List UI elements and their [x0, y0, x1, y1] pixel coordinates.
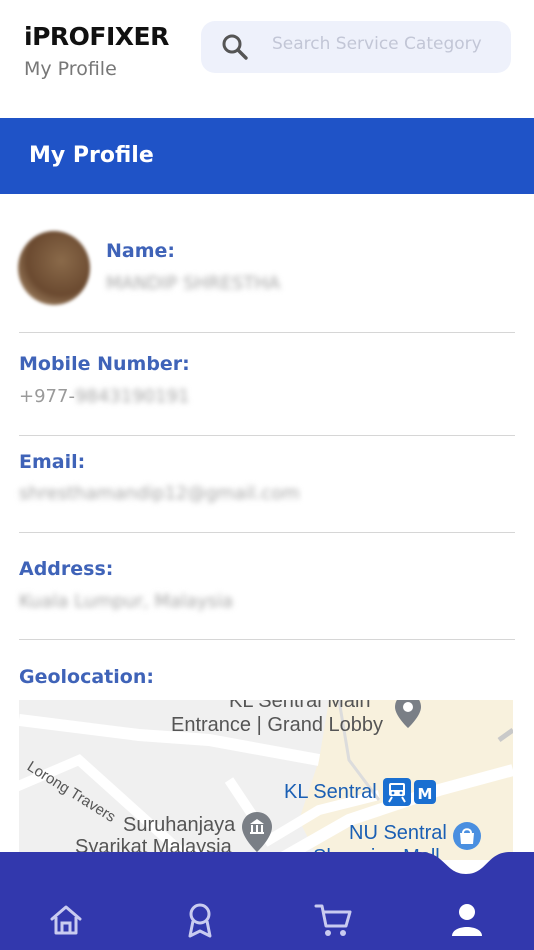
name-value: MANDIP SHRESTHA — [106, 273, 281, 294]
divider — [19, 435, 515, 436]
map-label: KL Sentral Main — [229, 700, 371, 712]
divider — [19, 639, 515, 640]
divider — [19, 332, 515, 333]
bottom-nav — [0, 852, 534, 950]
map-label: NU Sentral — [349, 822, 447, 844]
avatar — [18, 231, 90, 305]
geolocation-label: Geolocation: — [19, 666, 154, 688]
address-label: Address: — [19, 558, 114, 580]
page-subtitle: My Profile — [24, 58, 117, 80]
address-value: Kuala Lumpur, Malaysia — [19, 591, 234, 612]
location-map[interactable]: KL Sentral Main Entrance | Grand Lobby L… — [19, 700, 513, 860]
mobile-prefix: +977- — [19, 386, 75, 407]
page-title: My Profile — [29, 143, 154, 168]
top-bar: iPROFIXER My Profile Search Service Cate… — [0, 0, 534, 118]
search-input[interactable]: Search Service Category — [201, 21, 511, 73]
header-band: My Profile — [0, 118, 534, 194]
cart-icon[interactable] — [313, 900, 353, 940]
search-placeholder: Search Service Category — [272, 34, 482, 54]
award-icon[interactable] — [180, 900, 220, 940]
name-label: Name: — [106, 240, 176, 262]
mobile-value: 9843190191 — [74, 386, 190, 407]
email-label: Email: — [19, 451, 86, 473]
transit-icon: M — [383, 778, 436, 806]
search-icon — [222, 34, 248, 60]
shopping-pin-icon — [453, 822, 481, 850]
landmark-pin-icon — [242, 812, 272, 852]
mobile-label: Mobile Number: — [19, 353, 190, 375]
home-icon[interactable] — [46, 900, 86, 940]
mobile-row: +977-9843190191 — [19, 386, 189, 407]
email-value: shresthamandip12@gmail.com — [19, 483, 300, 504]
map-pin-icon — [395, 700, 421, 728]
profile-icon[interactable] — [447, 900, 487, 940]
divider — [19, 532, 515, 533]
map-label: KL Sentral — [284, 781, 377, 803]
app-brand: iPROFIXER — [24, 22, 169, 51]
svg-text:M: M — [418, 785, 433, 803]
map-label: Entrance | Grand Lobby — [171, 714, 383, 736]
map-label: Suruhanjaya — [123, 814, 236, 836]
